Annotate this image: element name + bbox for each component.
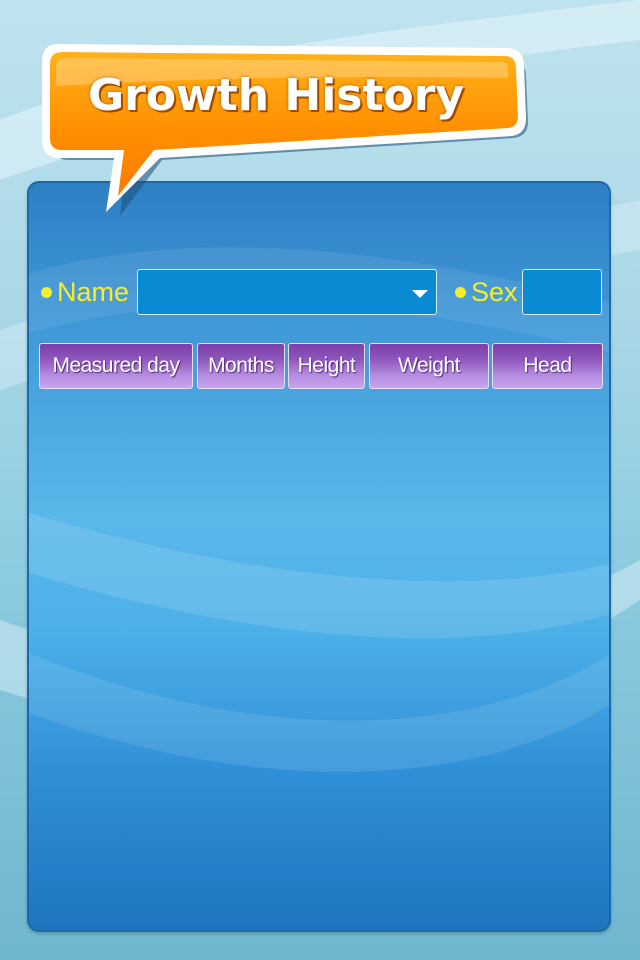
column-header-measured-day[interactable]: Measured day bbox=[39, 343, 193, 389]
name-bullet bbox=[41, 287, 52, 298]
chevron-down-icon bbox=[412, 290, 428, 298]
sex-bullet bbox=[455, 287, 466, 298]
column-header-months[interactable]: Months bbox=[197, 343, 285, 389]
column-header-head[interactable]: Head bbox=[492, 343, 603, 389]
column-header-height[interactable]: Height bbox=[288, 343, 365, 389]
page-title: Growth History bbox=[88, 70, 465, 121]
form-row: Name Sex bbox=[29, 269, 609, 315]
column-header-weight[interactable]: Weight bbox=[369, 343, 489, 389]
sex-label: Sex bbox=[471, 277, 518, 307]
sex-field[interactable] bbox=[522, 269, 602, 315]
table-header: Measured day Months Height Weight Head bbox=[39, 343, 603, 389]
growth-history-panel: Name Sex Measured day Months Height Weig… bbox=[27, 181, 611, 932]
name-label: Name bbox=[57, 277, 130, 307]
name-dropdown[interactable] bbox=[137, 269, 437, 315]
